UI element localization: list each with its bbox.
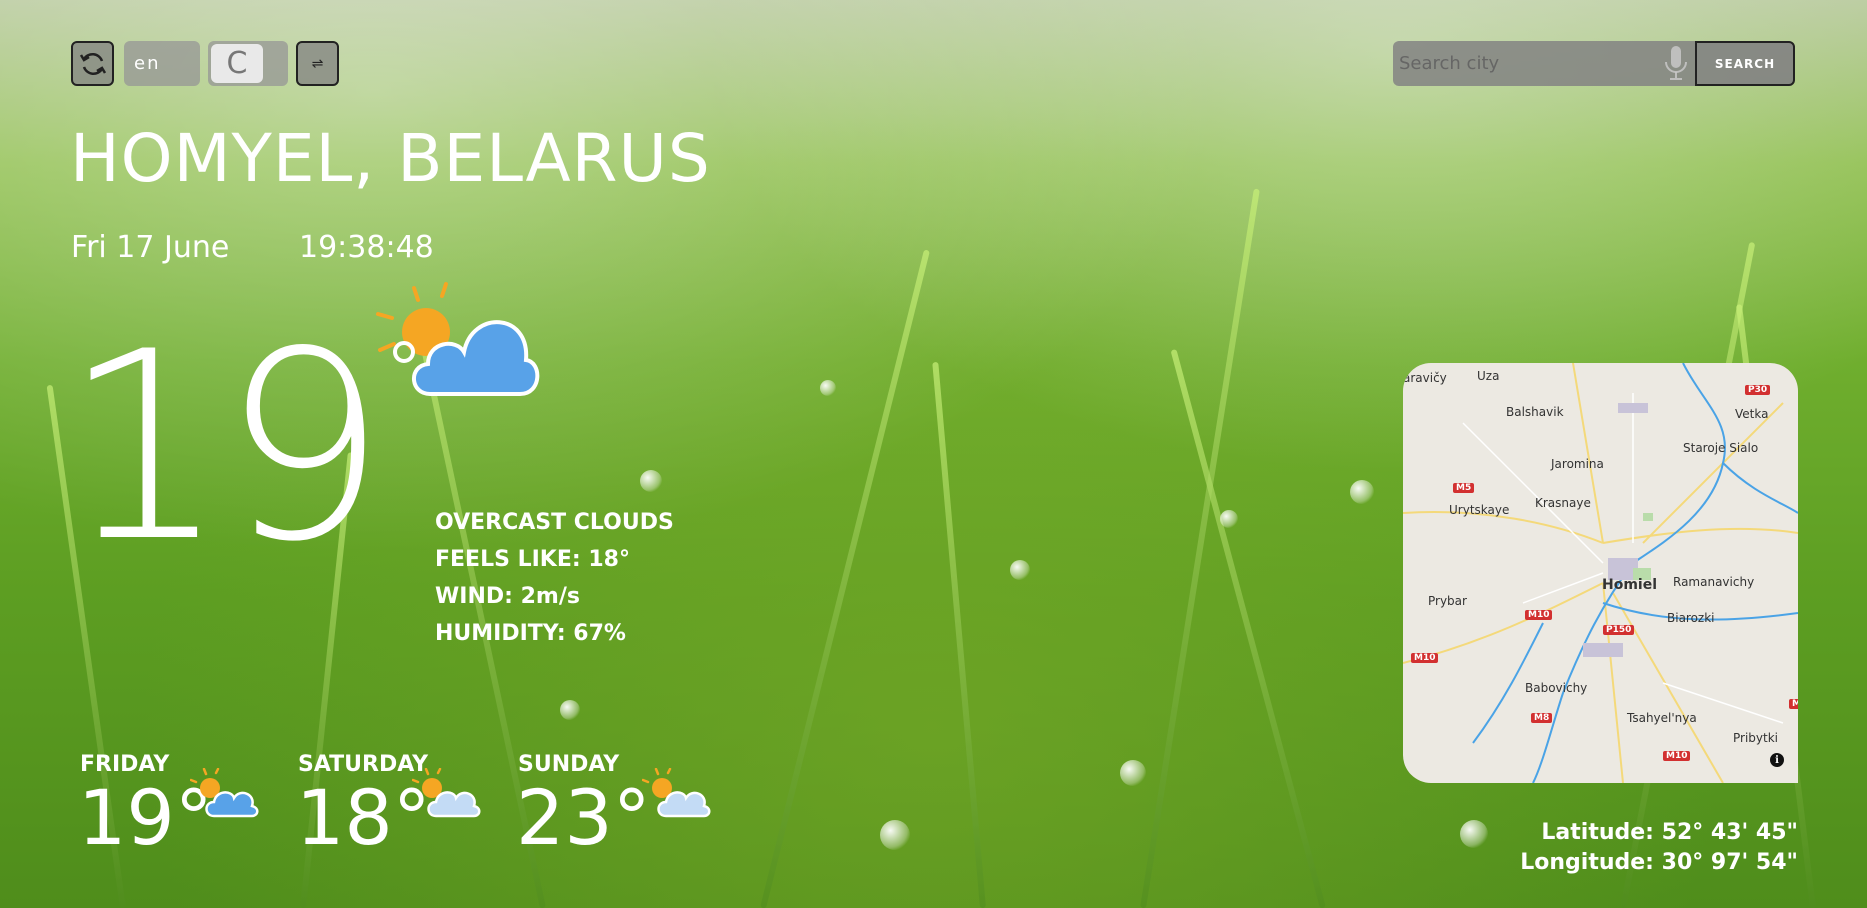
latitude: Latitude: 52° 43' 45"	[1541, 820, 1798, 845]
city-title: HOMYEL, BELARUS	[70, 120, 711, 197]
road-badge: M8	[1531, 713, 1553, 723]
road-badge: M10	[1411, 653, 1439, 663]
partly-cloudy-icon	[190, 768, 259, 818]
partly-cloudy-icon	[412, 768, 481, 818]
map-label: Prybar	[1428, 594, 1467, 608]
unit-toggle-knob: C	[211, 44, 263, 83]
longitude: Longitude: 30° 97' 54"	[1520, 850, 1798, 875]
unit-value: C	[226, 46, 248, 81]
map-label: Babovichy	[1525, 681, 1588, 695]
map-label: Jaromina	[1551, 457, 1604, 471]
road-badge: P150	[1603, 625, 1635, 635]
forecast-temp: 18°	[296, 773, 431, 862]
search-button[interactable]: SEARCH	[1695, 41, 1795, 86]
map-label: Uza	[1477, 369, 1500, 383]
language-value: en	[134, 53, 161, 74]
road-badge: M5	[1453, 483, 1475, 493]
map-label: aravičy	[1403, 371, 1447, 385]
swap-icon: ⇌	[311, 55, 324, 72]
swap-button[interactable]: ⇌	[296, 41, 339, 86]
road-badge: P30	[1745, 385, 1771, 395]
humidity: HUMIDITY: 67%	[435, 621, 626, 646]
search-input[interactable]	[1393, 41, 1695, 86]
current-time: 19:38:48	[299, 230, 434, 265]
map-label: Homiel	[1602, 577, 1658, 593]
partly-cloudy-icon	[642, 768, 711, 818]
current-temperature: 19	[62, 297, 387, 599]
map-terrain	[1403, 363, 1798, 783]
refresh-icon	[79, 52, 106, 75]
search-button-label: SEARCH	[1714, 56, 1776, 71]
map-label: Balshavik	[1506, 405, 1564, 419]
feels-like: FEELS LIKE: 18°	[435, 547, 630, 572]
forecast-temp: 23°	[516, 773, 651, 862]
map-label: Krasnaye	[1535, 496, 1591, 510]
map-label: Urytskaye	[1449, 503, 1510, 517]
location-map[interactable]: aravičy Uza Balshavik Vetka Staroje Sial…	[1403, 363, 1798, 783]
map-label: Staroje Sialo	[1683, 441, 1759, 455]
microphone-icon[interactable]	[1661, 44, 1691, 84]
refresh-button[interactable]	[71, 41, 114, 86]
road-badge: M10	[1525, 610, 1553, 620]
current-date: Fri 17 June	[71, 230, 230, 265]
partly-cloudy-icon	[376, 282, 540, 396]
map-label: Ramanavichy	[1673, 575, 1755, 589]
map-info-icon[interactable]: i	[1770, 753, 1784, 767]
road-badge: M10	[1663, 751, 1691, 761]
unit-toggle[interactable]: C	[208, 41, 288, 86]
wind: WIND: 2m/s	[435, 584, 580, 609]
road-badge: M1	[1789, 699, 1798, 709]
map-label: Pribytki	[1733, 731, 1778, 745]
map-label: Vetka	[1735, 407, 1769, 421]
map-label: Biarozki	[1667, 611, 1715, 625]
map-label: Tsahyel'nya	[1627, 711, 1697, 725]
language-select[interactable]: en	[124, 41, 200, 86]
weather-description: OVERCAST CLOUDS	[435, 510, 674, 535]
